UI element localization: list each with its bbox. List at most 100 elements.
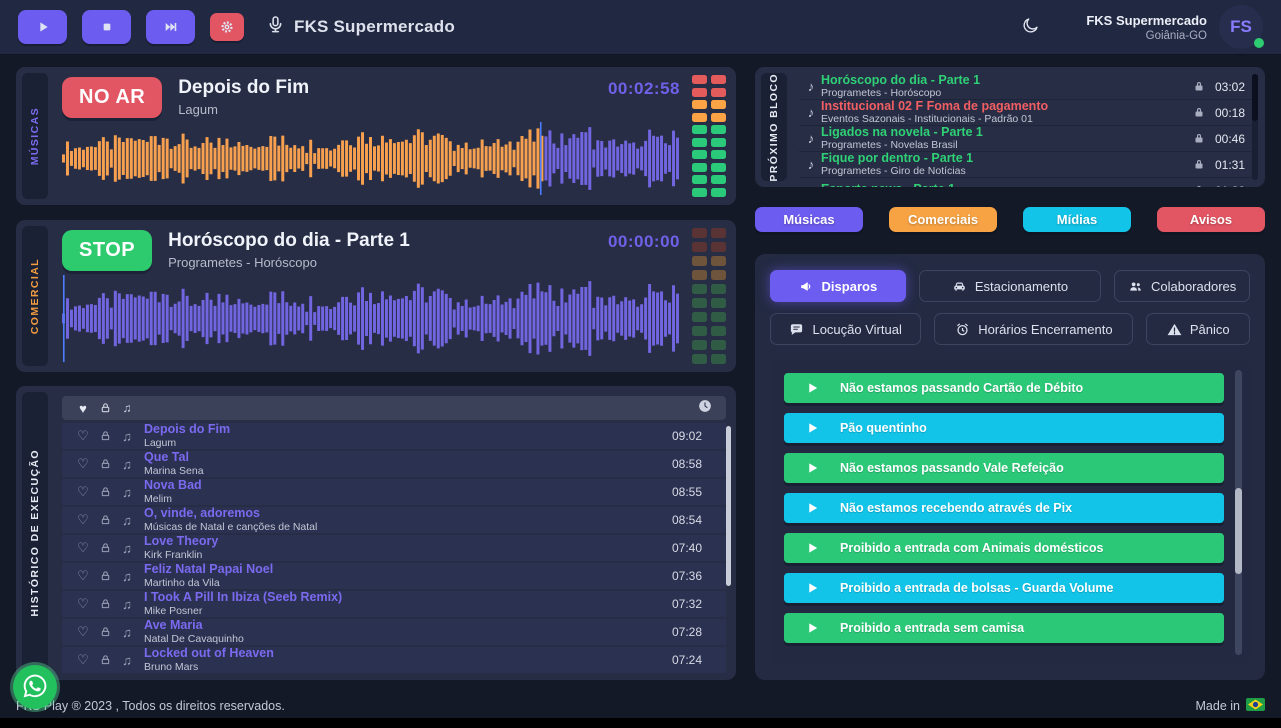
song-title[interactable]: Feliz Natal Papai Noel (144, 563, 672, 577)
song-title[interactable]: Depois do Fim (144, 423, 672, 437)
vu-cell (711, 228, 726, 238)
music-note-icon: ♫ (116, 597, 138, 612)
history-row[interactable]: ♡ ♫ Locked out of Heaven Bruno Mars 07:2… (62, 647, 726, 673)
song-title[interactable]: Ó, vinde, adoremos (144, 507, 672, 521)
announcement-button[interactable]: Não estamos passando Cartão de Débito (784, 373, 1224, 403)
vu-cell (692, 242, 707, 252)
lock-icon[interactable] (94, 542, 116, 554)
play-button[interactable] (18, 10, 67, 44)
skip-next-button[interactable] (146, 10, 195, 44)
waveform-musicas[interactable] (62, 122, 680, 195)
music-note-icon: ♫ (116, 429, 138, 444)
category-button-midias[interactable]: Mídias (1023, 207, 1131, 232)
stop-badge[interactable]: STOP (62, 230, 152, 271)
favorite-icon[interactable]: ♡ (72, 512, 94, 528)
favorite-icon[interactable]: ♡ (72, 428, 94, 444)
dark-mode-toggle[interactable] (1021, 16, 1040, 38)
category-button-avisos[interactable]: Avisos (1157, 207, 1265, 232)
history-row[interactable]: ♡ ♫ Ave Maria Natal De Cavaquinho 07:28 (62, 619, 726, 645)
next-block-scrollbar[interactable] (1252, 74, 1258, 180)
favorite-icon[interactable]: ♡ (72, 484, 94, 500)
tab-estacionamento[interactable]: Estacionamento (919, 270, 1102, 302)
lock-icon[interactable] (1193, 106, 1205, 119)
lock-icon[interactable] (94, 486, 116, 498)
announcement-button[interactable]: Proibido a entrada com Animais doméstico… (784, 533, 1224, 563)
favorite-icon[interactable]: ♡ (72, 456, 94, 472)
next-block-item[interactable]: ♪ Fique por dentro - Parte 1 Programetes… (799, 152, 1257, 178)
lock-icon[interactable] (1193, 132, 1205, 145)
play-icon (35, 19, 51, 35)
category-button-comerciais[interactable]: Comerciais (889, 207, 997, 232)
favorite-icon[interactable]: ♡ (72, 568, 94, 584)
music-note-icon: ♫ (116, 653, 138, 668)
announcements-scrollbar[interactable] (1235, 370, 1242, 655)
announcement-button[interactable]: Proibido a entrada de bolsas - Guarda Vo… (784, 573, 1224, 603)
tab-locucao-virtual[interactable]: Locução Virtual (770, 313, 921, 345)
tab-colaboradores[interactable]: Colaboradores (1114, 270, 1250, 302)
lock-icon[interactable] (1193, 80, 1205, 93)
favorite-icon[interactable]: ♡ (72, 624, 94, 640)
favorite-icon[interactable]: ♡ (72, 540, 94, 556)
history-row[interactable]: ♡ ♫ Ó, vinde, adoremos Músicas de Natal … (62, 507, 726, 533)
song-title[interactable]: Que Tal (144, 451, 672, 465)
next-block-item[interactable]: ♪ Institucional 02 F Foma de pagamento E… (799, 100, 1257, 126)
avatar[interactable]: FS (1219, 5, 1263, 49)
favorite-icon[interactable]: ♡ (72, 652, 94, 668)
account[interactable]: FKS Supermercado Goiânia-GO FS (1086, 5, 1263, 49)
lock-icon[interactable] (1193, 158, 1205, 171)
tab-panico[interactable]: Pânico (1146, 313, 1250, 345)
lock-icon[interactable] (1193, 184, 1205, 187)
song-artist: Bruno Mars (144, 662, 672, 674)
next-block-item[interactable]: ♪ Horóscopo do dia - Parte 1 Programetes… (799, 74, 1257, 100)
song-title[interactable]: Nova Bad (144, 479, 672, 493)
music-note-icon: ♪ (801, 131, 821, 146)
vu-cell (692, 163, 707, 172)
announcement-button[interactable]: Não estamos passando Vale Refeição (784, 453, 1224, 483)
lock-icon[interactable] (94, 626, 116, 638)
tab-horarios-encerramento[interactable]: Horários Encerramento (934, 313, 1133, 345)
history-row[interactable]: ♡ ♫ Love Theory Kirk Franklin 07:40 (62, 535, 726, 561)
alarm-icon (955, 322, 970, 337)
queued-title[interactable]: Horóscopo do dia - Parte 1 (821, 74, 1187, 87)
lock-icon[interactable] (94, 654, 116, 666)
whatsapp-button[interactable] (13, 665, 57, 709)
song-title[interactable]: Locked out of Heaven (144, 647, 672, 661)
music-note-icon: ♪ (801, 79, 821, 94)
tab-label: Locução Virtual (812, 322, 901, 337)
lock-icon[interactable] (94, 514, 116, 526)
waveform-comercial[interactable] (62, 275, 680, 362)
history-row[interactable]: ♡ ♫ Que Tal Marina Sena 08:58 (62, 451, 726, 477)
lock-icon[interactable] (94, 430, 116, 442)
song-title[interactable]: Ave Maria (144, 619, 672, 633)
tab-disparos[interactable]: Disparos (770, 270, 906, 302)
announcement-button[interactable]: Pão quentinho (784, 413, 1224, 443)
announcement-button[interactable]: Proibido a entrada sem camisa (784, 613, 1224, 643)
queued-title[interactable]: Esporte news - Parte 1 (821, 183, 1187, 187)
next-block-item[interactable]: ♪ Esporte news - Parte 1 01:22 (799, 178, 1257, 187)
history-scrollbar[interactable] (726, 426, 731, 586)
history-row[interactable]: ♡ ♫ Depois do Fim Lagum 09:02 (62, 423, 726, 449)
favorite-column-icon: ♥ (72, 401, 94, 416)
queued-title[interactable]: Ligados na novela - Parte 1 (821, 126, 1187, 139)
lock-icon[interactable] (94, 598, 116, 610)
history-row[interactable]: ♡ ♫ Feliz Natal Papai Noel Martinho da V… (62, 563, 726, 589)
song-title[interactable]: I Took A Pill In Ibiza (Seeb Remix) (144, 591, 672, 605)
song-title[interactable]: Love Theory (144, 535, 672, 549)
vu-cell (711, 284, 726, 294)
lock-icon[interactable] (94, 458, 116, 470)
stop-button[interactable] (82, 10, 131, 44)
next-block-item[interactable]: ♪ Ligados na novela - Parte 1 Programete… (799, 126, 1257, 152)
queued-title[interactable]: Fique por dentro - Parte 1 (821, 152, 1187, 165)
history-row[interactable]: ♡ ♫ I Took A Pill In Ibiza (Seeb Remix) … (62, 591, 726, 617)
queued-title[interactable]: Institucional 02 F Foma de pagamento (821, 100, 1187, 113)
history-panel: HISTÓRICO DE EXECUÇÃO ♥ ♫ ♡ ♫ (16, 386, 736, 680)
announcement-button[interactable]: Não estamos recebendo através de Pix (784, 493, 1224, 523)
lock-icon[interactable] (94, 570, 116, 582)
history-row[interactable]: ♡ ♫ Nova Bad Melim 08:55 (62, 479, 726, 505)
vu-cell (692, 75, 707, 84)
settings-button[interactable] (210, 13, 244, 41)
vu-cell (692, 175, 707, 184)
tab-label: Pânico (1190, 322, 1230, 337)
favorite-icon[interactable]: ♡ (72, 596, 94, 612)
category-button-musicas[interactable]: Músicas (755, 207, 863, 232)
